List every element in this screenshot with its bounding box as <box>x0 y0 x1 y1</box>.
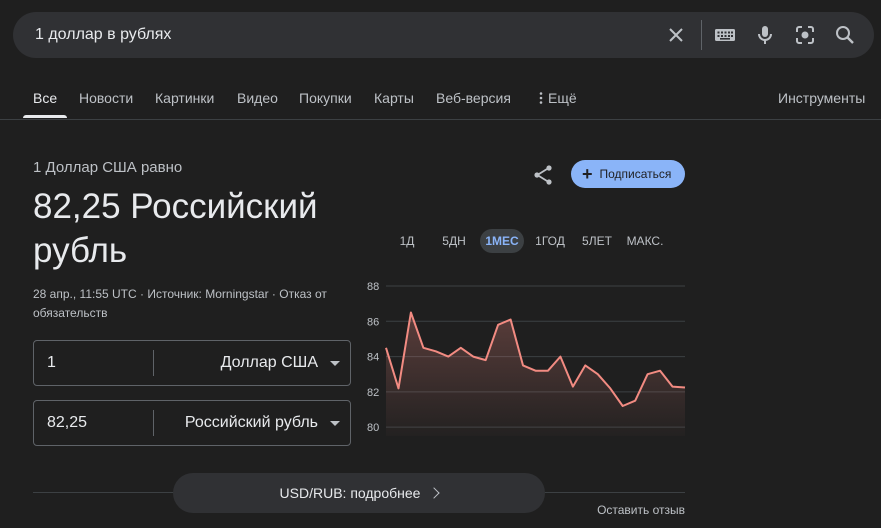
y-tick-label: 86 <box>367 316 379 328</box>
search-box[interactable] <box>13 12 874 58</box>
range-1y[interactable]: 1ГОД <box>530 229 570 253</box>
subscribe-button[interactable]: + Подписаться <box>571 160 685 188</box>
y-tick-label: 82 <box>367 387 379 399</box>
tab-more-label: Ещё <box>548 90 577 106</box>
to-amount-input[interactable] <box>34 401 154 445</box>
equal-label: 1 Доллар США равно <box>33 159 183 176</box>
search-tabs: Все Новости Картинки Видео Покупки Карты… <box>0 82 881 120</box>
from-divider <box>153 350 154 376</box>
search-input[interactable] <box>35 24 635 46</box>
to-divider <box>153 410 154 436</box>
from-amount-input[interactable] <box>34 341 154 385</box>
tab-all[interactable]: Все <box>33 90 57 106</box>
tab-news[interactable]: Новости <box>79 90 133 106</box>
from-currency-row: Доллар США <box>33 340 351 386</box>
lens-icon[interactable] <box>793 23 817 47</box>
range-1m[interactable]: 1МЕС <box>480 229 524 253</box>
details-label: USD/RUB: подробнее <box>279 485 421 501</box>
caret-down-icon <box>330 420 340 426</box>
currency-converter-card: 1 Доллар США равно 82,25 Российский рубл… <box>0 121 881 528</box>
mic-icon[interactable] <box>753 23 777 47</box>
exchange-rate-chart: 88 86 84 82 80 <box>367 281 686 436</box>
feedback-link[interactable]: Оставить отзыв <box>597 503 685 517</box>
source-meta: 28 апр., 11:55 UTC · Источник: Morningst… <box>33 287 327 320</box>
plus-icon: + <box>582 164 593 184</box>
range-5d[interactable]: 5ДН <box>434 229 474 253</box>
tab-maps[interactable]: Карты <box>374 90 414 106</box>
details-button[interactable]: USD/RUB: подробнее <box>173 473 545 513</box>
tab-more[interactable]: Ещё <box>537 90 577 106</box>
range-max[interactable]: МАКС. <box>624 229 666 253</box>
tab-images[interactable]: Картинки <box>155 90 214 106</box>
range-1d[interactable]: 1Д <box>388 229 426 253</box>
caret-down-icon <box>330 360 340 366</box>
top-bar: Все Новости Картинки Видео Покупки Карты… <box>0 0 881 120</box>
to-currency-select[interactable]: Российский рубль <box>185 401 350 445</box>
y-tick-label: 80 <box>367 422 379 434</box>
tab-web[interactable]: Веб-версия <box>436 90 511 106</box>
y-tick-label: 88 <box>367 281 379 293</box>
active-tab-indicator <box>23 115 67 118</box>
tools-button[interactable]: Инструменты <box>778 90 865 106</box>
chart-range-selector: 1Д 5ДН 1МЕС 1ГОД 5ЛЕТ МАКС. <box>388 229 688 253</box>
range-5y[interactable]: 5ЛЕТ <box>576 229 618 253</box>
tab-video[interactable]: Видео <box>237 90 278 106</box>
to-currency-label: Российский рубль <box>184 414 318 431</box>
tab-shopping[interactable]: Покупки <box>299 90 352 106</box>
conversion-result: 82,25 Российский рубль <box>33 187 318 270</box>
share-icon[interactable] <box>531 163 555 187</box>
search-divider <box>701 20 702 50</box>
clear-icon[interactable] <box>664 23 688 47</box>
chart-area-fill <box>386 312 685 436</box>
y-tick-label: 84 <box>367 352 379 364</box>
to-currency-row: Российский рубль <box>33 400 351 446</box>
subscribe-label: Подписаться <box>599 167 672 181</box>
chevron-right-icon <box>428 487 441 499</box>
more-vert-icon <box>539 92 543 104</box>
from-currency-select[interactable]: Доллар США <box>221 341 350 385</box>
from-currency-label: Доллар США <box>220 354 318 371</box>
search-icon[interactable] <box>833 23 857 47</box>
keyboard-icon[interactable] <box>713 23 737 47</box>
